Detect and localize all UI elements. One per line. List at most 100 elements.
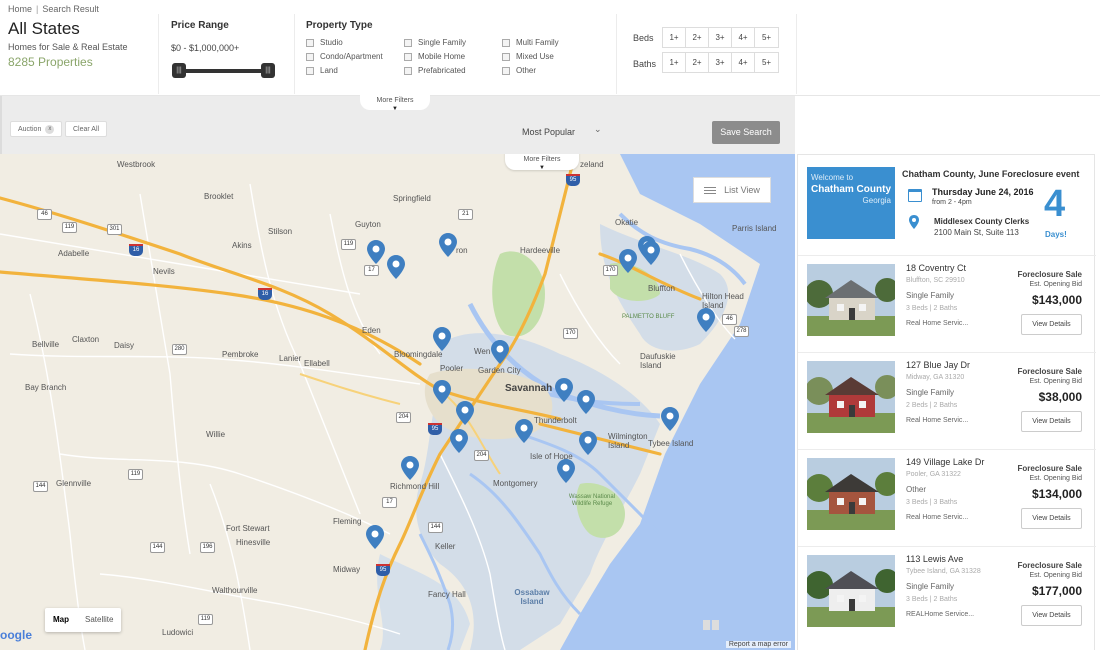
view-details-button[interactable]: View Details xyxy=(1021,411,1082,432)
property-pin[interactable] xyxy=(579,431,597,455)
property-pin[interactable] xyxy=(642,241,660,265)
listing-price: $143,000 xyxy=(1031,293,1082,307)
beds-option[interactable]: 2+ xyxy=(686,28,709,47)
listing-photo[interactable] xyxy=(807,264,895,336)
checkbox-studio[interactable]: Studio xyxy=(306,38,343,47)
property-pin[interactable] xyxy=(450,429,468,453)
map-label: Walthourville xyxy=(212,586,258,595)
property-pin[interactable] xyxy=(433,327,451,351)
route-shield: 196 xyxy=(200,542,215,553)
page-subtitle: Homes for Sale & Real Estate xyxy=(8,42,128,52)
map-label: Okatie xyxy=(615,218,639,227)
listing-price: $134,000 xyxy=(1031,487,1082,501)
listing-card[interactable]: 18 Coventry Ct Bluffton, SC 29910 Single F… xyxy=(798,255,1096,352)
route-shield: 278 xyxy=(734,326,749,337)
checkbox-condo[interactable]: Condo/Apartment xyxy=(306,52,383,61)
map-label: Nevils xyxy=(153,267,175,276)
map-label: Fancy Hall xyxy=(428,590,466,599)
view-details-button[interactable]: View Details xyxy=(1021,508,1082,529)
checkbox-label: Studio xyxy=(320,38,343,47)
event-banner[interactable]: Welcome to Chatham County Georgia xyxy=(807,167,895,239)
clear-all-button[interactable]: Clear All xyxy=(65,121,108,137)
map-label: Pembroke xyxy=(222,350,259,359)
remove-chip-icon[interactable]: x xyxy=(45,124,55,134)
property-pin[interactable] xyxy=(367,240,385,264)
property-pin[interactable] xyxy=(433,380,451,404)
property-pin[interactable] xyxy=(661,407,679,431)
baths-option[interactable]: 1+ xyxy=(663,53,686,72)
view-details-button[interactable]: View Details xyxy=(1021,605,1082,626)
beds-option[interactable]: 4+ xyxy=(732,28,755,47)
listing-address[interactable]: 149 Village Lake Dr xyxy=(906,457,984,467)
view-details-button[interactable]: View Details xyxy=(1021,314,1082,335)
checkbox-prefabricated[interactable]: Prefabricated xyxy=(404,66,466,75)
map-label: Wassaw National Wildlife Refuge xyxy=(568,494,616,507)
event-place: Middlesex County Clerks xyxy=(934,217,1030,226)
street-view-icon[interactable] xyxy=(703,620,721,630)
save-search-button[interactable]: Save Search xyxy=(712,121,780,144)
baths-option[interactable]: 4+ xyxy=(732,53,755,72)
beds-option[interactable]: 1+ xyxy=(663,28,686,47)
more-filters-label: More Filters xyxy=(523,156,561,163)
listing-address[interactable]: 113 Lewis Ave xyxy=(906,554,963,564)
route-shield: 46 xyxy=(37,209,52,220)
listing-bid-label: Est. Opening Bid xyxy=(1029,378,1082,385)
caret-down-icon: ▼ xyxy=(539,165,545,171)
report-map-error-link[interactable]: Report a map error xyxy=(725,641,791,648)
baths-option[interactable]: 2+ xyxy=(686,53,709,72)
list-view-button[interactable]: List View xyxy=(693,177,771,203)
route-shield: 119 xyxy=(198,614,213,625)
property-pin[interactable] xyxy=(577,390,595,414)
listing-bed-bath: 3 Beds | 2 Baths xyxy=(906,596,958,603)
sort-select[interactable]: Most Popular xyxy=(522,127,575,137)
route-shield: 119 xyxy=(128,469,143,480)
map-type-map-button[interactable]: Map xyxy=(45,608,77,632)
property-pin[interactable] xyxy=(366,525,384,549)
property-pin[interactable] xyxy=(697,308,715,332)
chevron-down-icon[interactable]: ⌄ xyxy=(594,124,602,135)
baths-option[interactable]: 3+ xyxy=(709,53,732,72)
checkbox-single-family[interactable]: Single Family xyxy=(404,38,466,47)
baths-option[interactable]: 5+ xyxy=(755,53,778,72)
property-pin[interactable] xyxy=(439,233,457,257)
property-pin[interactable] xyxy=(557,459,575,483)
price-slider-max-handle[interactable]: ||| xyxy=(261,63,275,78)
price-slider-min-handle[interactable]: ||| xyxy=(172,63,186,78)
listing-address[interactable]: 18 Coventry Ct xyxy=(906,263,966,273)
map-more-filters-toggle[interactable]: More Filters ▼ xyxy=(505,154,579,171)
property-pin[interactable] xyxy=(387,255,405,279)
property-pin[interactable] xyxy=(401,456,419,480)
property-pin[interactable] xyxy=(555,378,573,402)
checkbox-multi-family[interactable]: Multi Family xyxy=(502,38,559,47)
property-pin[interactable] xyxy=(456,401,474,425)
divider xyxy=(158,14,159,94)
map-label: Thunderbolt xyxy=(534,416,577,425)
map-type-satellite-button[interactable]: Satellite xyxy=(77,608,121,632)
beds-option[interactable]: 5+ xyxy=(755,28,778,47)
listing-price: $38,000 xyxy=(1038,390,1082,404)
more-filters-label: More Filters xyxy=(376,97,414,104)
property-pin[interactable] xyxy=(491,340,509,364)
checkbox-land[interactable]: Land xyxy=(306,66,338,75)
more-filters-toggle[interactable]: More Filters ▼ xyxy=(360,94,430,112)
checkbox-mobile-home[interactable]: Mobile Home xyxy=(404,52,465,61)
map-label: Wen xyxy=(474,347,491,356)
listing-card[interactable]: 149 Village Lake Dr Pooler, GA 31322 Other… xyxy=(798,449,1096,546)
listing-card[interactable]: 127 Blue Jay Dr Midway, GA 31320 Single Fa… xyxy=(798,352,1096,449)
map-view[interactable]: Westbrook Brooklet Springfield Guyton St… xyxy=(0,154,795,650)
beds-option[interactable]: 3+ xyxy=(709,28,732,47)
map-label: Eden xyxy=(362,326,381,335)
listing-photo[interactable] xyxy=(807,361,895,433)
listing-agent: Real Home Servic... xyxy=(906,514,969,521)
divider xyxy=(616,14,617,94)
listing-photo[interactable] xyxy=(807,458,895,530)
checkbox-other[interactable]: Other xyxy=(502,66,536,75)
price-slider-track[interactable] xyxy=(180,69,266,73)
checkbox-mixed-use[interactable]: Mixed Use xyxy=(502,52,554,61)
listing-card[interactable]: 113 Lewis Ave Tybee Island, GA 31328 Singl… xyxy=(798,546,1096,643)
listing-address[interactable]: 127 Blue Jay Dr xyxy=(906,360,970,370)
listing-photo[interactable] xyxy=(807,555,895,627)
property-pin[interactable] xyxy=(515,419,533,443)
property-pin[interactable] xyxy=(619,249,637,273)
breadcrumb-home[interactable]: Home xyxy=(8,4,32,14)
